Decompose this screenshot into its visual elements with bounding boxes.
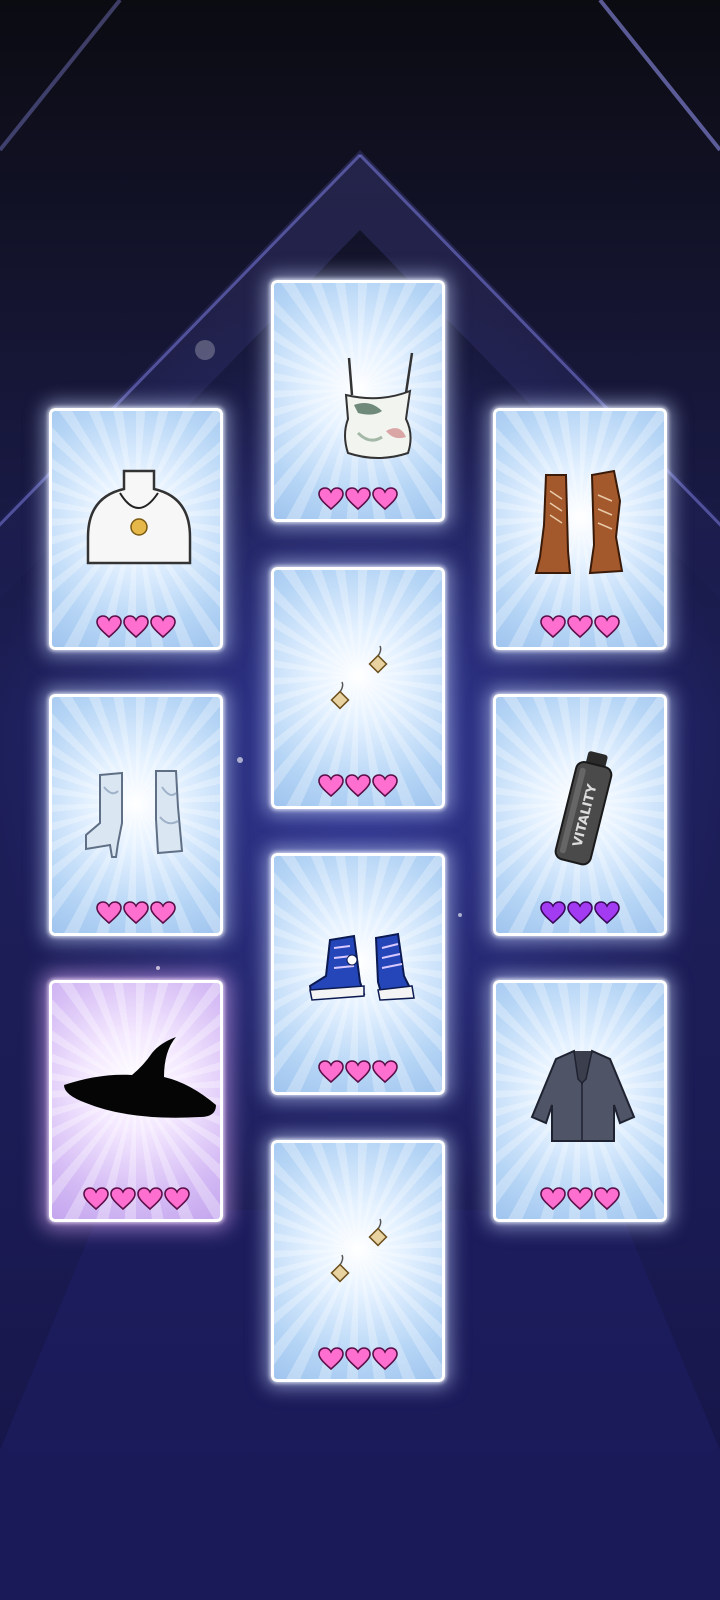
heart-icon [594,901,620,925]
heart-icon [150,615,176,639]
water-bottle-icon: VITALITY [554,751,613,866]
heart-icon [136,1187,163,1211]
rarity-hearts [52,615,220,639]
earrings-icon [330,1218,388,1283]
reward-card-necklace[interactable] [49,408,223,650]
pendant-necklace-icon [86,469,192,565]
rarity-hearts [274,487,442,511]
heart-icon [109,1187,136,1211]
reward-card-earrings[interactable] [271,567,445,809]
heart-icon [123,901,149,925]
reward-card-blazer[interactable] [493,980,667,1222]
reward-reveal-screen: VITALITY [0,0,720,1600]
silver-ankle-boots-icon [85,770,184,858]
heart-icon [318,487,344,511]
witch-hat-silhouette-icon [64,1037,216,1118]
reward-card-silver-boots[interactable] [49,694,223,936]
heart-icon [345,1347,371,1371]
rarity-hearts [274,1060,442,1084]
heart-icon [540,615,566,639]
heart-icon [318,1347,344,1371]
heart-icon [567,1187,593,1211]
rarity-hearts [496,901,664,925]
rarity-hearts [274,774,442,798]
rarity-hearts [496,615,664,639]
heart-icon [372,1347,398,1371]
reward-card-witch-hat[interactable] [49,980,223,1222]
heart-icon [567,901,593,925]
floral-tank-top-icon [344,352,414,459]
reward-card-sneakers[interactable] [271,853,445,1095]
heart-icon [318,1060,344,1084]
heart-icon [150,901,176,925]
rarity-hearts [52,901,220,925]
rarity-hearts [496,1187,664,1211]
heart-icon [345,487,371,511]
heart-icon [96,615,122,639]
heart-icon [540,1187,566,1211]
heart-icon [540,901,566,925]
heart-icon [372,1060,398,1084]
heart-icon [372,487,398,511]
heart-icon [372,774,398,798]
heart-icon [163,1187,190,1211]
reward-card-earrings-2[interactable] [271,1140,445,1382]
heart-icon [567,615,593,639]
rarity-hearts [52,1187,220,1211]
earrings-icon [330,645,388,710]
heart-icon [345,1060,371,1084]
reward-card-water-bottle[interactable]: VITALITY [493,694,667,936]
heart-icon [82,1187,109,1211]
reward-card-lace-up-boots[interactable] [493,408,667,650]
heart-icon [96,901,122,925]
rarity-hearts [274,1347,442,1371]
gray-blazer-icon [530,1049,636,1142]
heart-icon [318,774,344,798]
blue-sneakers-icon [308,932,415,1001]
brown-lace-up-boots-icon [534,469,624,575]
heart-icon [594,615,620,639]
heart-icon [345,774,371,798]
reward-card-tank-top[interactable] [271,280,445,522]
heart-icon [594,1187,620,1211]
heart-icon [123,615,149,639]
